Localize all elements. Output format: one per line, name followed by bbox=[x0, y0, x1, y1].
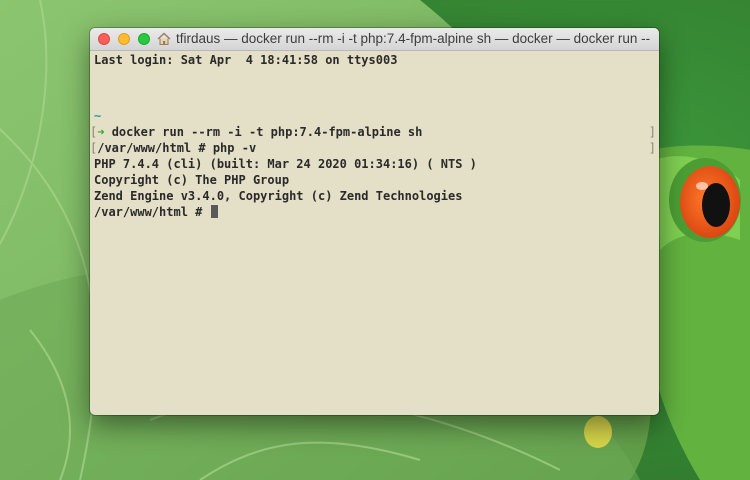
home-icon[interactable] bbox=[157, 32, 171, 46]
php-command: /var/www/html # php -v bbox=[97, 141, 257, 155]
docker-command: docker run --rm -i -t php:7.4-fpm-alpine… bbox=[111, 125, 423, 139]
output-line: Copyright (c) The PHP Group bbox=[94, 173, 290, 187]
output-line: PHP 7.4.4 (cli) (built: Mar 24 2020 01:3… bbox=[94, 157, 477, 171]
php-command-line: [/var/www/html # php -v bbox=[90, 140, 256, 156]
text-cursor bbox=[210, 205, 218, 218]
terminal-output[interactable]: Last login: Sat Apr 4 18:41:58 on ttys00… bbox=[90, 50, 659, 415]
terminal-window[interactable]: tfirdaus — docker run --rm -i -t php:7.4… bbox=[90, 28, 659, 415]
current-prompt: /var/www/html # bbox=[94, 205, 210, 219]
close-button[interactable] bbox=[98, 33, 110, 45]
output-line: Zend Engine v3.4.0, Copyright (c) Zend T… bbox=[94, 189, 463, 203]
current-prompt-line[interactable]: /var/www/html # bbox=[94, 204, 218, 220]
minimize-button[interactable] bbox=[118, 33, 130, 45]
last-login-line: Last login: Sat Apr 4 18:41:58 on ttys00… bbox=[94, 53, 398, 67]
prompt-arrow-icon: ➜ bbox=[97, 125, 105, 139]
cwd-line: ~ bbox=[94, 109, 102, 123]
line-end-marker: ] bbox=[648, 125, 656, 139]
title-bar[interactable]: tfirdaus — docker run --rm -i -t php:7.4… bbox=[90, 28, 659, 51]
line-end-marker: ] bbox=[648, 141, 656, 155]
zoom-button[interactable] bbox=[138, 33, 150, 45]
window-title: tfirdaus — docker run --rm -i -t php:7.4… bbox=[176, 31, 651, 46]
docker-command-line: [➜ docker run --rm -i -t php:7.4-fpm-alp… bbox=[90, 124, 422, 140]
